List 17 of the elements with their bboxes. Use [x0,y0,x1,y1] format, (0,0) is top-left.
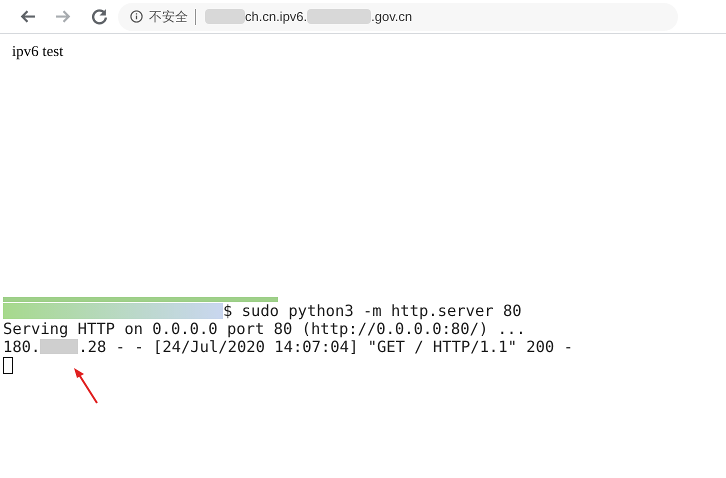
back-icon[interactable] [19,8,36,25]
terminal-command: $ sudo python3 -m http.server 80 [223,302,522,320]
redaction-blur [307,9,372,24]
address-bar[interactable]: 不安全 ch.cn.ipv6. .gov.cn [118,2,678,30]
url-text: .gov.cn [371,8,412,26]
url-text: ch.cn.ipv6. [245,8,308,26]
terminal-output: Serving HTTP on 0.0.0.0 port 80 (http://0.0.0.0:80/) ... [3,320,527,338]
log-text: 180. [3,338,40,356]
arrow-icon [72,367,99,405]
log-text: .28 - - [24/Jul/2020 14:07:04] "GET / HTTP/1.1" 200 - [78,338,573,356]
reload-icon[interactable] [91,8,108,25]
terminal-cursor [3,356,13,374]
security-label: 不安全 [149,8,188,26]
info-icon [130,10,143,23]
redaction-blur [40,339,78,354]
redaction-blur [205,9,245,24]
page-text: ipv6 test [12,43,64,62]
